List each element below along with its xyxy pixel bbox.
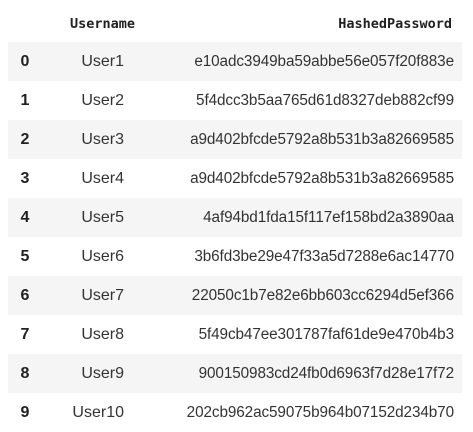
hashed-password-cell: a9d402bfcde5792a8b531b3a82669585 bbox=[190, 130, 454, 148]
username-cell: User3 bbox=[81, 130, 124, 148]
dataframe-table: Username HashedPassword 0 User1 e10adc39… bbox=[8, 6, 462, 432]
table-row: 5 User6 3b6fd3be29e47f33a5d7288e6ac14770 bbox=[8, 237, 462, 276]
hashed-password-cell: e10adc3949ba59abbe56e057f20f883e bbox=[194, 52, 454, 70]
table-body: 0 User1 e10adc3949ba59abbe56e057f20f883e… bbox=[8, 42, 462, 432]
column-header-username: Username bbox=[40, 6, 135, 42]
username-cell: User9 bbox=[81, 364, 124, 382]
username-cell: User6 bbox=[81, 247, 124, 265]
hashed-password-cell: 22050c1b7e82e6bb603cc6294d5ef366 bbox=[191, 286, 454, 304]
table-row: 4 User5 4af94bd1fda15f117ef158bd2a3890aa bbox=[8, 198, 462, 237]
table-row: 1 User2 5f4dcc3b5aa765d61d8327deb882cf99 bbox=[8, 81, 462, 120]
username-cell: User2 bbox=[81, 91, 124, 109]
row-index: 3 bbox=[20, 169, 30, 187]
header-row: Username HashedPassword bbox=[8, 6, 462, 42]
row-index: 9 bbox=[20, 403, 30, 421]
username-cell: User5 bbox=[81, 208, 124, 226]
hashed-password-cell: 3b6fd3be29e47f33a5d7288e6ac14770 bbox=[194, 247, 454, 265]
hashed-password-cell: a9d402bfcde5792a8b531b3a82669585 bbox=[190, 169, 454, 187]
index-header bbox=[8, 6, 40, 42]
hashed-password-cell: 900150983cd24fb0d6963f7d28e17f72 bbox=[198, 364, 455, 382]
row-index: 0 bbox=[20, 52, 30, 70]
table-row: 9 User10 202cb962ac59075b964b07152d234b7… bbox=[8, 393, 462, 432]
hashed-password-cell: 5f49cb47ee301787faf61de9e470b4b3 bbox=[198, 325, 455, 343]
hashed-password-cell: 5f4dcc3b5aa765d61d8327deb882cf99 bbox=[196, 91, 454, 109]
row-index: 6 bbox=[20, 286, 30, 304]
table-header: Username HashedPassword bbox=[8, 6, 462, 42]
table-row: 7 User8 5f49cb47ee301787faf61de9e470b4b3 bbox=[8, 315, 462, 354]
username-cell: User1 bbox=[81, 52, 124, 70]
table-row: 6 User7 22050c1b7e82e6bb603cc6294d5ef366 bbox=[8, 276, 462, 315]
table-row: 2 User3 a9d402bfcde5792a8b531b3a82669585 bbox=[8, 120, 462, 159]
row-index: 7 bbox=[20, 325, 30, 343]
row-index: 8 bbox=[20, 364, 30, 382]
row-index: 5 bbox=[20, 247, 30, 265]
username-cell: User10 bbox=[72, 403, 124, 421]
hashed-password-cell: 4af94bd1fda15f117ef158bd2a3890aa bbox=[203, 208, 454, 226]
row-index: 4 bbox=[20, 208, 30, 226]
username-cell: User4 bbox=[81, 169, 124, 187]
row-index: 2 bbox=[20, 130, 30, 148]
table-row: 3 User4 a9d402bfcde5792a8b531b3a82669585 bbox=[8, 159, 462, 198]
table-row: 8 User9 900150983cd24fb0d6963f7d28e17f72 bbox=[8, 354, 462, 393]
table-row: 0 User1 e10adc3949ba59abbe56e057f20f883e bbox=[8, 42, 462, 81]
column-header-hashedpassword: HashedPassword bbox=[130, 6, 462, 42]
username-cell: User7 bbox=[81, 286, 124, 304]
username-cell: User8 bbox=[81, 325, 124, 343]
row-index: 1 bbox=[20, 91, 30, 109]
hashed-password-cell: 202cb962ac59075b964b07152d234b70 bbox=[186, 403, 454, 421]
